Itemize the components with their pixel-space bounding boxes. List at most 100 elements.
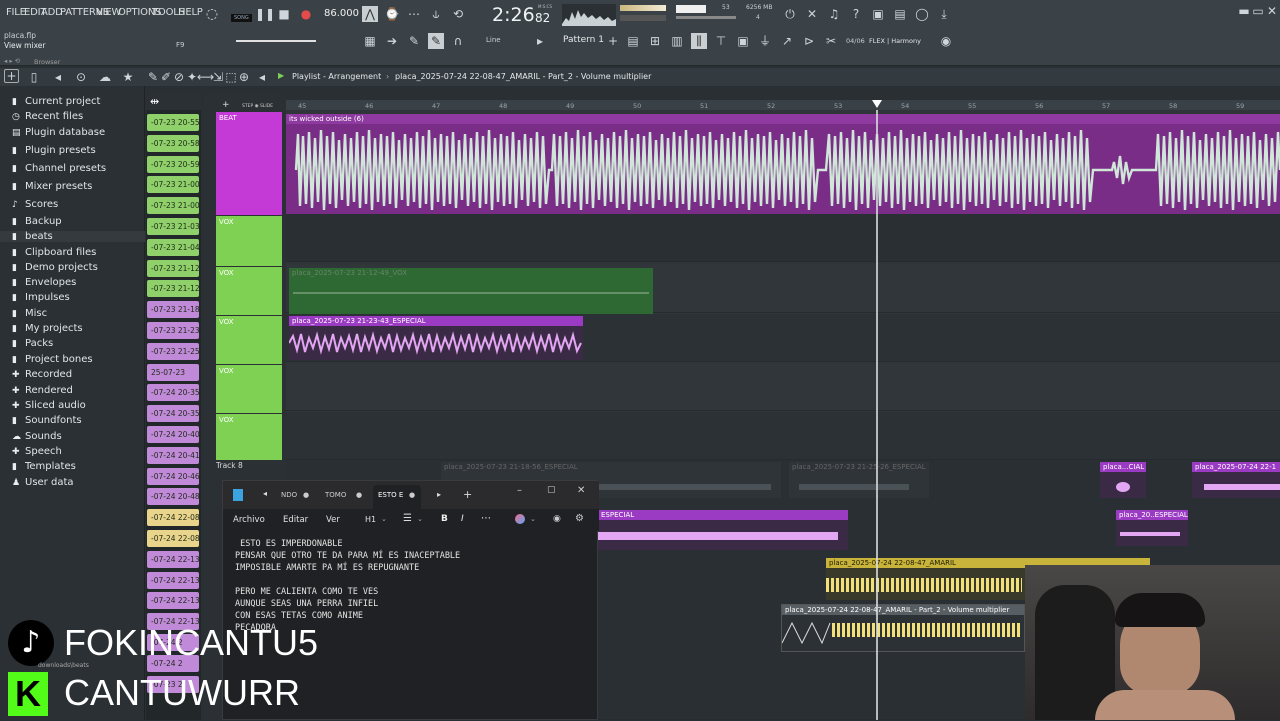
- list-icon[interactable]: ☰: [403, 513, 412, 524]
- arrow-right-icon[interactable]: ➔: [384, 33, 400, 49]
- tab-next-icon[interactable]: ▸: [437, 490, 441, 499]
- clip-source-item[interactable]: -07-23 21-00: [147, 176, 199, 194]
- account-icon[interactable]: ◉: [553, 514, 561, 524]
- menu-help[interactable]: HELP: [178, 7, 203, 18]
- clip-source-item[interactable]: -07-24 22-13: [147, 571, 199, 589]
- browser-plugin-icon[interactable]: ⊙: [73, 69, 89, 85]
- track-vox-header-5[interactable]: VOX: [216, 414, 282, 460]
- time-display[interactable]: 2:26: [492, 4, 535, 26]
- master-volume[interactable]: [620, 5, 666, 11]
- list-chevron-icon[interactable]: ⌄: [417, 515, 423, 523]
- pattern-mode-icon[interactable]: ▦: [362, 33, 378, 49]
- track-8-name[interactable]: Track 8: [216, 461, 243, 470]
- spinner-icon[interactable]: ◌: [204, 6, 220, 22]
- crop-icon[interactable]: ✂: [823, 33, 839, 49]
- playhead[interactable]: [876, 110, 878, 720]
- clip-source-item[interactable]: -07-24 20-35: [147, 384, 199, 402]
- clip-source-item[interactable]: -07-24 20-46: [147, 467, 199, 485]
- notepad-minimize-icon[interactable]: –: [517, 485, 522, 496]
- metronome-icon[interactable]: ⋀: [362, 6, 378, 22]
- browser-item-sliced-audio[interactable]: ✚ Sliced audio: [12, 400, 86, 411]
- clip-t8-d[interactable]: placa_2025-07-24 22-1: [1192, 462, 1280, 498]
- clip-source-item[interactable]: -07-23 21-18: [147, 301, 199, 319]
- mixer-icon[interactable]: ⫼: [691, 33, 707, 49]
- piano-roll-icon[interactable]: ⊞: [647, 33, 663, 49]
- countdown-icon[interactable]: ⋯: [406, 6, 422, 22]
- browser-item-demo-projects[interactable]: ▮ Demo projects: [12, 262, 98, 273]
- chat-icon[interactable]: ◯: [914, 6, 930, 22]
- clip-source-item[interactable]: -07-23 21-00: [147, 197, 199, 215]
- clip-source-item[interactable]: -07-23 20-55: [147, 114, 199, 131]
- channel-rack-icon[interactable]: ▥: [669, 33, 685, 49]
- notepad-tab-2[interactable]: TOMO: [325, 491, 346, 499]
- clip-especial-2[interactable]: placa_20..ESPECIAL: [1116, 510, 1188, 546]
- clip-source-item[interactable]: -07-23 21-23: [147, 322, 199, 339]
- track-vox-header-3[interactable]: VOX: [216, 316, 282, 364]
- track-vox-header-1[interactable]: VOX: [216, 216, 282, 266]
- browser-item-plugin-database[interactable]: ▤ Plugin database: [12, 127, 105, 138]
- notepad-menu-ver[interactable]: Ver: [326, 515, 340, 525]
- vox-lane-5[interactable]: [286, 412, 1280, 460]
- browser-item-recent-files[interactable]: ◷ Recent files: [12, 111, 83, 122]
- notepad-menu-archivo[interactable]: Archivo: [233, 515, 265, 525]
- browser-item-templates[interactable]: ▮ Templates: [12, 461, 76, 472]
- browser-item-backup[interactable]: ▮ Backup: [12, 216, 62, 227]
- browser-add-icon[interactable]: +: [4, 69, 19, 83]
- save-icon[interactable]: ▣: [870, 6, 886, 22]
- close-icon[interactable]: ✕: [1264, 3, 1280, 19]
- bold-icon[interactable]: B: [441, 514, 448, 524]
- more-icon[interactable]: ⋯: [481, 513, 491, 524]
- browser-item-current-project[interactable]: ▮ Current project: [12, 96, 100, 107]
- browser-icon[interactable]: ⊤: [713, 33, 729, 49]
- browser-star-icon[interactable]: ★: [120, 69, 136, 85]
- vox-lane-1[interactable]: [286, 214, 1280, 262]
- clip-source-item[interactable]: -07-24 20-41: [147, 446, 199, 464]
- browser-item-user-data[interactable]: ♟ User data: [12, 477, 74, 488]
- notepad-menu-editar[interactable]: Editar: [283, 515, 308, 525]
- browser-item-channel-presets[interactable]: ▮ Channel presets: [12, 163, 106, 174]
- clip-especial[interactable]: ESPECIAL: [598, 510, 848, 550]
- browser-item-packs[interactable]: ▮ Packs: [12, 338, 53, 349]
- clip-source-item[interactable]: -07-24 22-13: [147, 550, 199, 568]
- plug-icon[interactable]: ⏚: [757, 33, 773, 49]
- mute-mic-icon[interactable]: ✕: [804, 6, 820, 22]
- browser-item-soundfonts[interactable]: ▮ Soundfonts: [12, 415, 82, 426]
- clip-source-item[interactable]: -07-23 21-12: [147, 259, 199, 277]
- track-vox-header-4[interactable]: VOX: [216, 365, 282, 413]
- clip-vox-2[interactable]: placa_2025-07-23 21-23-43_ESPECIAL: [289, 316, 583, 360]
- browser-item-rendered[interactable]: ✚ Rendered: [12, 385, 73, 396]
- clip-source-item[interactable]: -07-23 20-59: [147, 155, 199, 173]
- browser-item-project-bones[interactable]: ▮ Project bones: [12, 354, 93, 365]
- master-pitch[interactable]: [620, 15, 666, 21]
- notepad-tab-3[interactable]: ESTO E: [378, 491, 403, 499]
- vox-lane-4[interactable]: [286, 363, 1280, 411]
- clip-source-item[interactable]: -07-24 22-13: [147, 592, 199, 610]
- clip-t8-b[interactable]: placa_2025-07-23 21-25-26_ESPECIAL: [789, 462, 929, 498]
- clip-source-item[interactable]: -07-23 21-04: [147, 238, 199, 256]
- browser-item-sounds[interactable]: ☁ Sounds: [12, 431, 62, 442]
- copilot-chevron-icon[interactable]: ⌄: [530, 515, 536, 523]
- clip-source-item[interactable]: -07-24 20-35: [147, 405, 199, 423]
- browser-cloud-icon[interactable]: ☁: [97, 69, 113, 85]
- clip-source-item[interactable]: -07-24 22-08: [147, 530, 199, 547]
- browser-item-plugin-presets[interactable]: ▮ Plugin presets: [12, 145, 96, 156]
- notepad-close-icon[interactable]: ✕: [577, 485, 585, 496]
- browser-item-speech[interactable]: ✚ Speech: [12, 446, 62, 457]
- loop-record-icon[interactable]: ⟲: [450, 6, 466, 22]
- new-tab-icon[interactable]: +: [463, 488, 472, 501]
- clip-source-item[interactable]: -07-24 20-40: [147, 426, 199, 443]
- pattern-select[interactable]: Pattern 1: [563, 35, 604, 45]
- clip-source-item[interactable]: -07-23 21-25: [147, 342, 199, 360]
- settings-icon[interactable]: ⚙: [575, 513, 584, 524]
- browser-item-clipboard-files[interactable]: ▮ Clipboard files: [12, 247, 96, 258]
- browser-speaker-icon[interactable]: ◂: [50, 69, 66, 85]
- browser-item-my-projects[interactable]: ▮ My projects: [12, 323, 83, 334]
- power-icon[interactable]: ⏻: [782, 6, 798, 22]
- pattern-prev-icon[interactable]: ▸: [532, 33, 548, 49]
- italic-icon[interactable]: I: [461, 514, 464, 524]
- clip-source-item[interactable]: -07-24 20-48: [147, 488, 199, 506]
- heading-select[interactable]: H1: [365, 515, 376, 524]
- browser-item-beats[interactable]: ▮ beats: [0, 231, 145, 242]
- browser-file-icon[interactable]: ▯: [26, 69, 42, 85]
- heading-chevron-icon[interactable]: ⌄: [381, 515, 387, 523]
